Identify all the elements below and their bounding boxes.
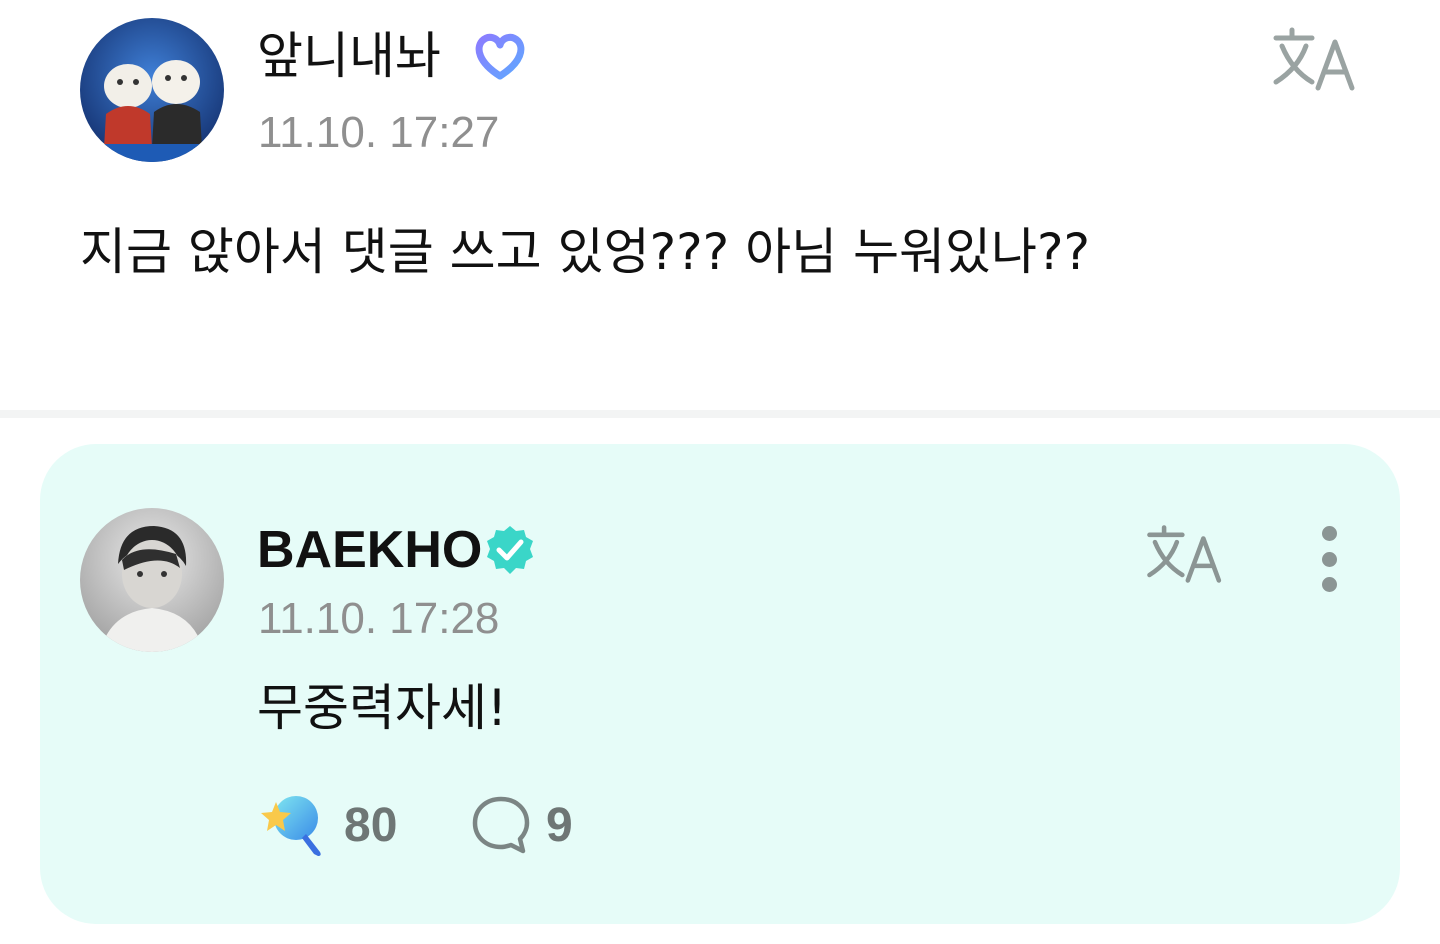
artist-reply-card: BAEKHO 11.10. 17:28 무중력자세! 80 9: [40, 444, 1400, 924]
cheer-count: 80: [344, 799, 398, 852]
translate-icon[interactable]: [1144, 522, 1228, 590]
post-timestamp: 11.10. 17:27: [258, 108, 500, 157]
translate-icon[interactable]: [1270, 24, 1362, 98]
more-vertical-icon[interactable]: [1310, 526, 1350, 592]
comment-bubble-icon: [470, 794, 532, 860]
comment-count: 9: [546, 799, 573, 852]
star-wand-icon: [258, 792, 328, 862]
fan-username[interactable]: 앞니내놔: [257, 26, 441, 86]
fan-avatar[interactable]: [80, 18, 224, 162]
artist-username[interactable]: BAEKHO: [257, 520, 482, 580]
heart-badge-icon: [472, 32, 528, 86]
cheer-button[interactable]: 80: [258, 784, 418, 864]
comment-button[interactable]: 9: [470, 784, 610, 864]
reply-timestamp: 11.10. 17:28: [258, 594, 500, 643]
section-divider: [0, 410, 1440, 418]
artist-avatar[interactable]: [80, 508, 224, 652]
post-content: 지금 앉아서 댓글 쓰고 있엉??? 아님 누워있나??: [80, 223, 1091, 281]
verified-badge-icon: [484, 524, 536, 580]
fan-post: 앞니내놔 11.10. 17:27 지금 앉아서 댓글 쓰고 있엉??? 아님 …: [0, 0, 1440, 410]
reply-content: 무중력자세!: [257, 679, 508, 737]
